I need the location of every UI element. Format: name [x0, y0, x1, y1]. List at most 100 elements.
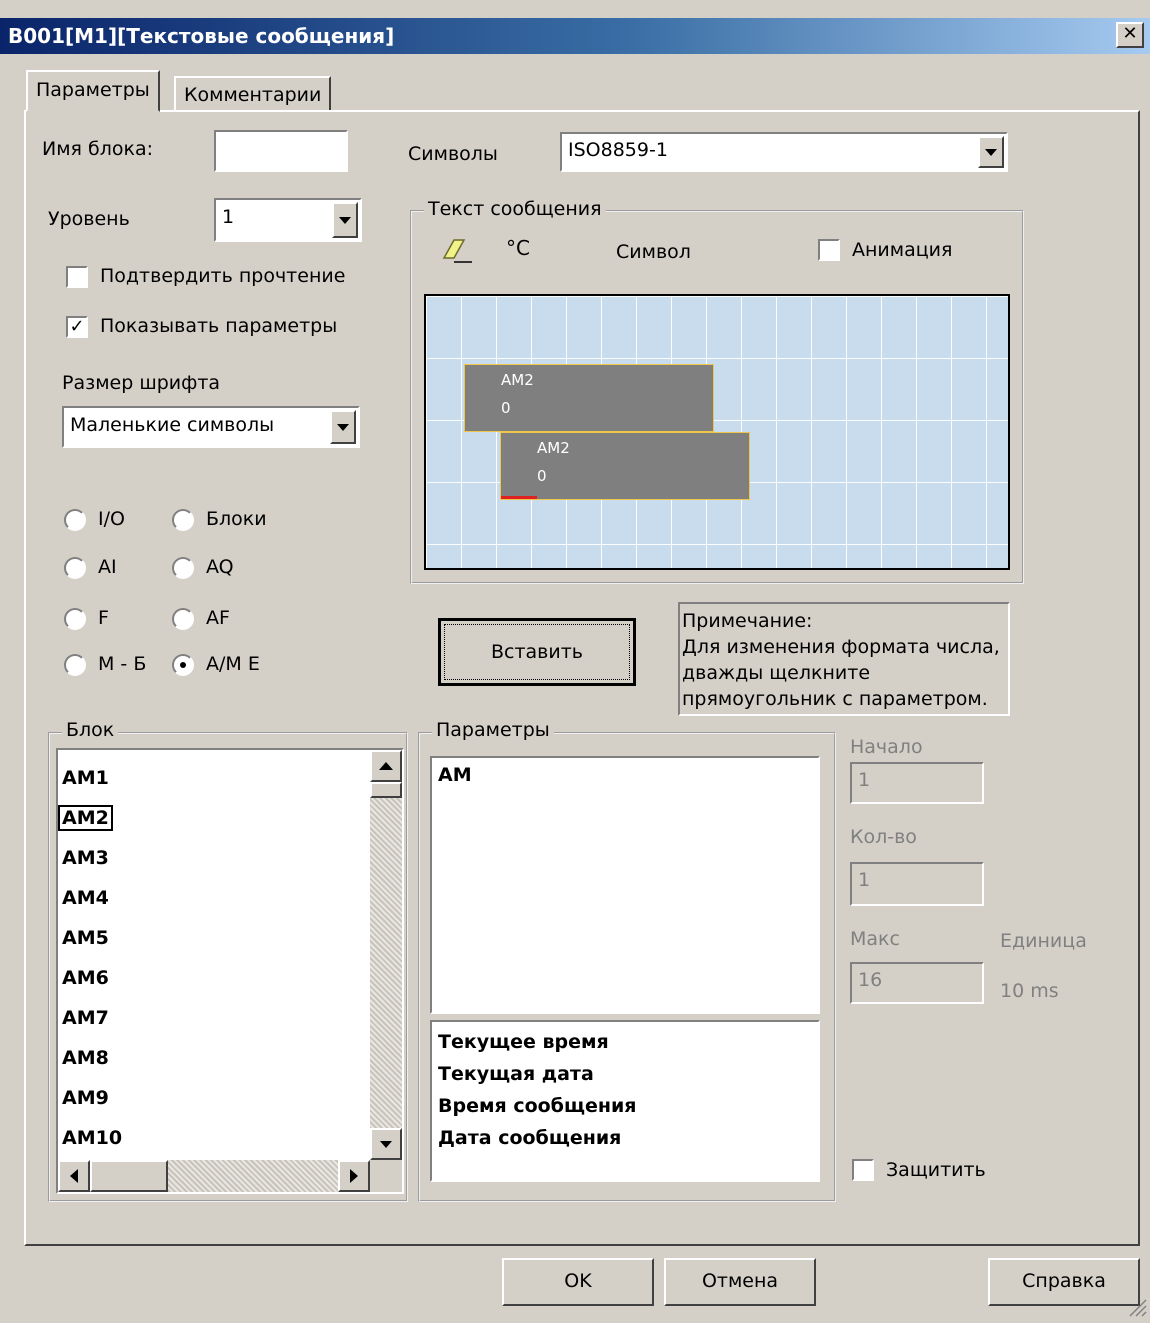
list-item[interactable]: AM3 — [58, 838, 370, 878]
charset-select[interactable]: ISO8859-1 — [560, 132, 1008, 172]
list-item[interactable]: AM9 — [58, 1078, 370, 1118]
message-canvas[interactable]: AM2 0 AM2 0 — [424, 294, 1010, 570]
radio-f[interactable] — [64, 608, 86, 630]
radio-m-b-label: M - Б — [98, 653, 147, 675]
unit-label: Единица — [1000, 930, 1087, 952]
count-input[interactable]: 1 — [850, 862, 984, 906]
animation-label: Анимация — [852, 239, 953, 261]
parameters-upper-listbox[interactable]: AM — [430, 756, 820, 1014]
level-dropdown-button[interactable] — [332, 202, 358, 238]
scroll-down-button[interactable] — [370, 1128, 402, 1160]
note-line: Для изменения формата числа, — [682, 636, 1000, 658]
block-listbox[interactable]: AM1 AM2 AM3 AM4 AM5 AM6 AM7 AM8 AM9 AM10 — [56, 748, 404, 1194]
radio-am-e[interactable] — [172, 654, 194, 676]
radio-af[interactable] — [172, 608, 194, 630]
animation-checkbox[interactable] — [818, 239, 840, 261]
charset-value: ISO8859-1 — [568, 139, 668, 161]
list-item[interactable]: Дата сообщения — [438, 1122, 812, 1154]
start-label: Начало — [850, 736, 923, 758]
max-label: Макс — [850, 928, 900, 950]
insert-button-label: Вставить — [444, 624, 630, 680]
symbol-button[interactable]: Символ — [616, 241, 691, 263]
param-box-am2-2[interactable]: AM2 0 — [500, 432, 750, 500]
parameters-group-legend: Параметры — [432, 719, 554, 741]
scroll-left-button[interactable] — [58, 1160, 90, 1192]
protect-label: Защитить — [886, 1159, 986, 1181]
max-input[interactable]: 16 — [850, 962, 984, 1004]
list-item[interactable]: Текущая дата — [438, 1058, 812, 1090]
radio-ai[interactable] — [64, 557, 86, 579]
level-select[interactable]: 1 — [214, 198, 362, 242]
scroll-thumb-horizontal[interactable] — [90, 1160, 168, 1192]
list-item[interactable]: Текущее время — [438, 1026, 812, 1058]
list-item[interactable]: AM7 — [58, 998, 370, 1038]
ok-button[interactable]: OK — [502, 1258, 654, 1306]
scroll-thumb[interactable] — [370, 782, 402, 798]
param-box-name: AM2 — [537, 439, 570, 457]
cancel-button[interactable]: Отмена — [664, 1258, 816, 1306]
protect-checkbox[interactable] — [852, 1159, 874, 1181]
arrow-up-icon — [379, 762, 393, 770]
charset-dropdown-button[interactable] — [978, 136, 1004, 168]
arrow-right-icon — [350, 1169, 358, 1183]
list-item[interactable]: AM8 — [58, 1038, 370, 1078]
tab-comments[interactable]: Комментарии — [174, 76, 332, 110]
list-item[interactable]: AM1 — [58, 758, 370, 798]
show-params-checkbox[interactable]: ✓ — [66, 316, 88, 338]
param-box-value: 0 — [537, 467, 547, 485]
tab-parameters[interactable]: Параметры — [26, 70, 160, 112]
radio-io-label: I/O — [98, 508, 125, 530]
list-item[interactable]: AM5 — [58, 918, 370, 958]
horizontal-scrollbar[interactable] — [58, 1160, 370, 1192]
radio-blocks-label: Блоки — [206, 508, 267, 530]
radio-io[interactable] — [64, 509, 86, 531]
window-title: B001[M1][Текстовые сообщения] — [0, 18, 1150, 54]
start-input[interactable]: 1 — [850, 762, 984, 804]
list-item[interactable]: AM4 — [58, 878, 370, 918]
vertical-scrollbar[interactable] — [370, 750, 402, 1160]
level-label: Уровень — [48, 208, 130, 230]
note-box: Примечание: Для изменения формата числа,… — [678, 602, 1010, 716]
list-item[interactable]: AM2 — [58, 798, 370, 838]
eraser-icon[interactable] — [440, 236, 474, 266]
arrow-down-icon — [380, 1140, 392, 1148]
font-size-label: Размер шрифта — [62, 372, 221, 394]
list-item[interactable]: AM6 — [58, 958, 370, 998]
parameters-lower-listbox[interactable]: Текущее время Текущая дата Время сообщен… — [430, 1020, 820, 1182]
note-line: прямоугольник с параметром. — [682, 688, 988, 710]
block-name-input[interactable] — [214, 130, 348, 172]
radio-aq[interactable] — [172, 557, 194, 579]
resize-grip-icon[interactable] — [1126, 1296, 1148, 1318]
block-name-label: Имя блока: — [42, 138, 154, 160]
font-size-dropdown-button[interactable] — [330, 410, 356, 444]
degree-celsius-button[interactable]: °C — [506, 236, 530, 260]
note-line: дважды щелкните — [682, 662, 871, 684]
close-button[interactable]: ✕ — [1116, 22, 1144, 48]
block-group-legend: Блок — [62, 719, 119, 741]
insert-button[interactable]: Вставить — [438, 618, 636, 686]
chevron-down-icon — [337, 423, 349, 431]
list-item[interactable]: AM10 — [58, 1118, 370, 1158]
show-params-label: Показывать параметры — [100, 315, 338, 337]
radio-am-e-label: A/M E — [206, 653, 260, 675]
confirm-read-checkbox[interactable] — [66, 266, 88, 288]
message-text-legend: Текст сообщения — [424, 198, 606, 220]
param-box-name: AM2 — [501, 371, 534, 389]
font-size-select[interactable]: Маленькие символы — [62, 406, 360, 448]
radio-blocks[interactable] — [172, 509, 194, 531]
param-box-am2-1[interactable]: AM2 0 — [464, 364, 714, 432]
confirm-read-label: Подтвердить прочтение — [100, 265, 346, 287]
count-label: Кол-во — [850, 826, 917, 848]
radio-m-b[interactable] — [64, 654, 86, 676]
chevron-down-icon — [339, 216, 351, 224]
text-cursor — [501, 496, 537, 499]
arrow-left-icon — [70, 1169, 78, 1183]
radio-f-label: F — [98, 607, 109, 629]
scroll-up-button[interactable] — [370, 750, 402, 782]
radio-aq-label: AQ — [206, 556, 234, 578]
list-item[interactable]: AM — [438, 764, 812, 786]
help-button[interactable]: Справка — [988, 1258, 1140, 1306]
list-item[interactable]: Время сообщения — [438, 1090, 812, 1122]
font-size-value: Маленькие символы — [70, 414, 275, 436]
scroll-right-button[interactable] — [338, 1160, 370, 1192]
